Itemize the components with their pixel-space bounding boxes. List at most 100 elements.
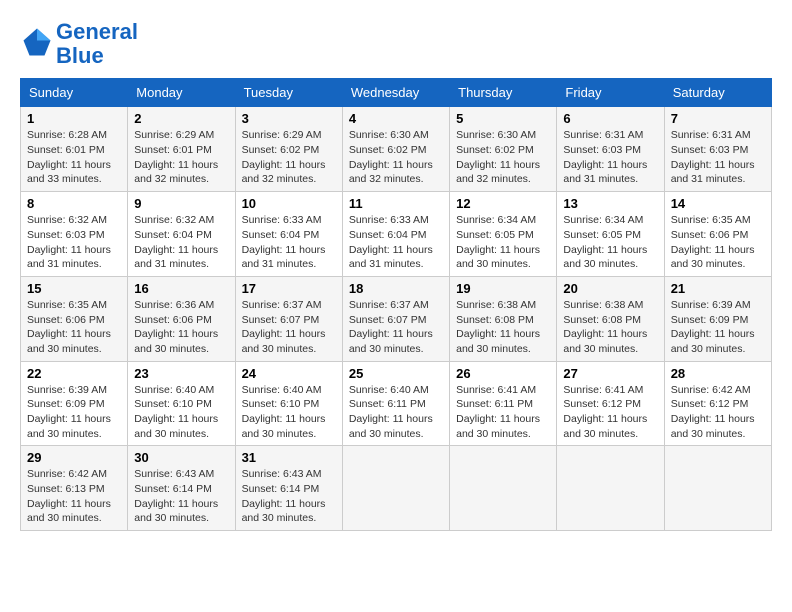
- day-info: Sunrise: 6:33 AM Sunset: 6:04 PM Dayligh…: [349, 213, 443, 272]
- day-info: Sunrise: 6:29 AM Sunset: 6:01 PM Dayligh…: [134, 128, 228, 187]
- day-info: Sunrise: 6:28 AM Sunset: 6:01 PM Dayligh…: [27, 128, 121, 187]
- calendar-cell: 8 Sunrise: 6:32 AM Sunset: 6:03 PM Daylig…: [21, 192, 128, 277]
- weekday-header: Friday: [557, 79, 664, 107]
- calendar-cell: 25 Sunrise: 6:40 AM Sunset: 6:11 PM Dayli…: [342, 361, 449, 446]
- day-info: Sunrise: 6:32 AM Sunset: 6:03 PM Dayligh…: [27, 213, 121, 272]
- calendar-week-row: 8 Sunrise: 6:32 AM Sunset: 6:03 PM Daylig…: [21, 192, 772, 277]
- calendar-cell: 10 Sunrise: 6:33 AM Sunset: 6:04 PM Dayli…: [235, 192, 342, 277]
- calendar-week-row: 29Sunrise: 6:42 AM Sunset: 6:13 PM Dayli…: [21, 446, 772, 531]
- day-info: Sunrise: 6:38 AM Sunset: 6:08 PM Dayligh…: [563, 298, 657, 357]
- day-number: 9: [134, 196, 228, 211]
- calendar-cell: 6 Sunrise: 6:31 AM Sunset: 6:03 PM Daylig…: [557, 107, 664, 192]
- day-info: Sunrise: 6:40 AM Sunset: 6:11 PM Dayligh…: [349, 383, 443, 442]
- calendar-cell: 13Sunrise: 6:34 AM Sunset: 6:05 PM Dayli…: [557, 192, 664, 277]
- day-number: 7: [671, 111, 765, 126]
- day-info: Sunrise: 6:39 AM Sunset: 6:09 PM Dayligh…: [27, 383, 121, 442]
- calendar-cell: 9 Sunrise: 6:32 AM Sunset: 6:04 PM Daylig…: [128, 192, 235, 277]
- day-number: 19: [456, 281, 550, 296]
- day-number: 25: [349, 366, 443, 381]
- day-number: 14: [671, 196, 765, 211]
- day-info: Sunrise: 6:37 AM Sunset: 6:07 PM Dayligh…: [242, 298, 336, 357]
- calendar-cell: 2 Sunrise: 6:29 AM Sunset: 6:01 PM Daylig…: [128, 107, 235, 192]
- weekday-header: Tuesday: [235, 79, 342, 107]
- calendar-cell: 3 Sunrise: 6:29 AM Sunset: 6:02 PM Daylig…: [235, 107, 342, 192]
- day-info: Sunrise: 6:41 AM Sunset: 6:12 PM Dayligh…: [563, 383, 657, 442]
- day-info: Sunrise: 6:31 AM Sunset: 6:03 PM Dayligh…: [671, 128, 765, 187]
- day-number: 21: [671, 281, 765, 296]
- calendar-cell: 29Sunrise: 6:42 AM Sunset: 6:13 PM Dayli…: [21, 446, 128, 531]
- day-number: 22: [27, 366, 121, 381]
- day-info: Sunrise: 6:30 AM Sunset: 6:02 PM Dayligh…: [349, 128, 443, 187]
- day-info: Sunrise: 6:42 AM Sunset: 6:12 PM Dayligh…: [671, 383, 765, 442]
- day-number: 6: [563, 111, 657, 126]
- day-info: Sunrise: 6:40 AM Sunset: 6:10 PM Dayligh…: [134, 383, 228, 442]
- calendar-cell: 28 Sunrise: 6:42 AM Sunset: 6:12 PM Dayli…: [664, 361, 771, 446]
- page-header: GeneralBlue: [20, 20, 772, 68]
- calendar-cell: 26Sunrise: 6:41 AM Sunset: 6:11 PM Dayli…: [450, 361, 557, 446]
- day-number: 2: [134, 111, 228, 126]
- calendar-cell: 21 Sunrise: 6:39 AM Sunset: 6:09 PM Dayli…: [664, 276, 771, 361]
- calendar-cell: 12 Sunrise: 6:34 AM Sunset: 6:05 PM Dayli…: [450, 192, 557, 277]
- day-info: Sunrise: 6:36 AM Sunset: 6:06 PM Dayligh…: [134, 298, 228, 357]
- day-number: 23: [134, 366, 228, 381]
- weekday-header: Monday: [128, 79, 235, 107]
- calendar-week-row: 1 Sunrise: 6:28 AM Sunset: 6:01 PM Daylig…: [21, 107, 772, 192]
- day-number: 12: [456, 196, 550, 211]
- day-number: 13: [563, 196, 657, 211]
- calendar-cell: [664, 446, 771, 531]
- day-info: Sunrise: 6:30 AM Sunset: 6:02 PM Dayligh…: [456, 128, 550, 187]
- day-number: 28: [671, 366, 765, 381]
- calendar-cell: 7 Sunrise: 6:31 AM Sunset: 6:03 PM Daylig…: [664, 107, 771, 192]
- calendar-cell: 20Sunrise: 6:38 AM Sunset: 6:08 PM Dayli…: [557, 276, 664, 361]
- day-info: Sunrise: 6:34 AM Sunset: 6:05 PM Dayligh…: [456, 213, 550, 272]
- day-info: Sunrise: 6:40 AM Sunset: 6:10 PM Dayligh…: [242, 383, 336, 442]
- day-number: 3: [242, 111, 336, 126]
- day-number: 5: [456, 111, 550, 126]
- day-number: 17: [242, 281, 336, 296]
- day-info: Sunrise: 6:35 AM Sunset: 6:06 PM Dayligh…: [671, 213, 765, 272]
- calendar-cell: 5 Sunrise: 6:30 AM Sunset: 6:02 PM Daylig…: [450, 107, 557, 192]
- day-number: 4: [349, 111, 443, 126]
- day-number: 24: [242, 366, 336, 381]
- calendar-cell: 27 Sunrise: 6:41 AM Sunset: 6:12 PM Dayli…: [557, 361, 664, 446]
- calendar-cell: 4 Sunrise: 6:30 AM Sunset: 6:02 PM Daylig…: [342, 107, 449, 192]
- weekday-header: Wednesday: [342, 79, 449, 107]
- day-info: Sunrise: 6:37 AM Sunset: 6:07 PM Dayligh…: [349, 298, 443, 357]
- day-info: Sunrise: 6:35 AM Sunset: 6:06 PM Dayligh…: [27, 298, 121, 357]
- calendar-cell: 14 Sunrise: 6:35 AM Sunset: 6:06 PM Dayli…: [664, 192, 771, 277]
- day-number: 11: [349, 196, 443, 211]
- logo-text: GeneralBlue: [56, 20, 138, 68]
- day-info: Sunrise: 6:38 AM Sunset: 6:08 PM Dayligh…: [456, 298, 550, 357]
- day-number: 1: [27, 111, 121, 126]
- calendar-cell: 18Sunrise: 6:37 AM Sunset: 6:07 PM Dayli…: [342, 276, 449, 361]
- day-number: 30: [134, 450, 228, 465]
- calendar-cell: 23 Sunrise: 6:40 AM Sunset: 6:10 PM Dayli…: [128, 361, 235, 446]
- calendar-cell: 30 Sunrise: 6:43 AM Sunset: 6:14 PM Dayli…: [128, 446, 235, 531]
- calendar-cell: [450, 446, 557, 531]
- day-info: Sunrise: 6:43 AM Sunset: 6:14 PM Dayligh…: [242, 467, 336, 526]
- calendar-table: SundayMondayTuesdayWednesdayThursdayFrid…: [20, 78, 772, 531]
- day-number: 16: [134, 281, 228, 296]
- weekday-header: Sunday: [21, 79, 128, 107]
- day-number: 10: [242, 196, 336, 211]
- calendar-cell: 24 Sunrise: 6:40 AM Sunset: 6:10 PM Dayli…: [235, 361, 342, 446]
- weekday-header: Saturday: [664, 79, 771, 107]
- calendar-week-row: 15Sunrise: 6:35 AM Sunset: 6:06 PM Dayli…: [21, 276, 772, 361]
- calendar-cell: 11 Sunrise: 6:33 AM Sunset: 6:04 PM Dayli…: [342, 192, 449, 277]
- calendar-header-row: SundayMondayTuesdayWednesdayThursdayFrid…: [21, 79, 772, 107]
- day-info: Sunrise: 6:32 AM Sunset: 6:04 PM Dayligh…: [134, 213, 228, 272]
- day-info: Sunrise: 6:39 AM Sunset: 6:09 PM Dayligh…: [671, 298, 765, 357]
- day-info: Sunrise: 6:29 AM Sunset: 6:02 PM Dayligh…: [242, 128, 336, 187]
- logo: GeneralBlue: [20, 20, 138, 68]
- day-info: Sunrise: 6:42 AM Sunset: 6:13 PM Dayligh…: [27, 467, 121, 526]
- day-number: 31: [242, 450, 336, 465]
- calendar-cell: [557, 446, 664, 531]
- calendar-cell: 15Sunrise: 6:35 AM Sunset: 6:06 PM Dayli…: [21, 276, 128, 361]
- calendar-cell: 22 Sunrise: 6:39 AM Sunset: 6:09 PM Dayli…: [21, 361, 128, 446]
- day-number: 8: [27, 196, 121, 211]
- day-info: Sunrise: 6:33 AM Sunset: 6:04 PM Dayligh…: [242, 213, 336, 272]
- calendar-week-row: 22 Sunrise: 6:39 AM Sunset: 6:09 PM Dayli…: [21, 361, 772, 446]
- day-number: 27: [563, 366, 657, 381]
- day-info: Sunrise: 6:31 AM Sunset: 6:03 PM Dayligh…: [563, 128, 657, 187]
- day-info: Sunrise: 6:43 AM Sunset: 6:14 PM Dayligh…: [134, 467, 228, 526]
